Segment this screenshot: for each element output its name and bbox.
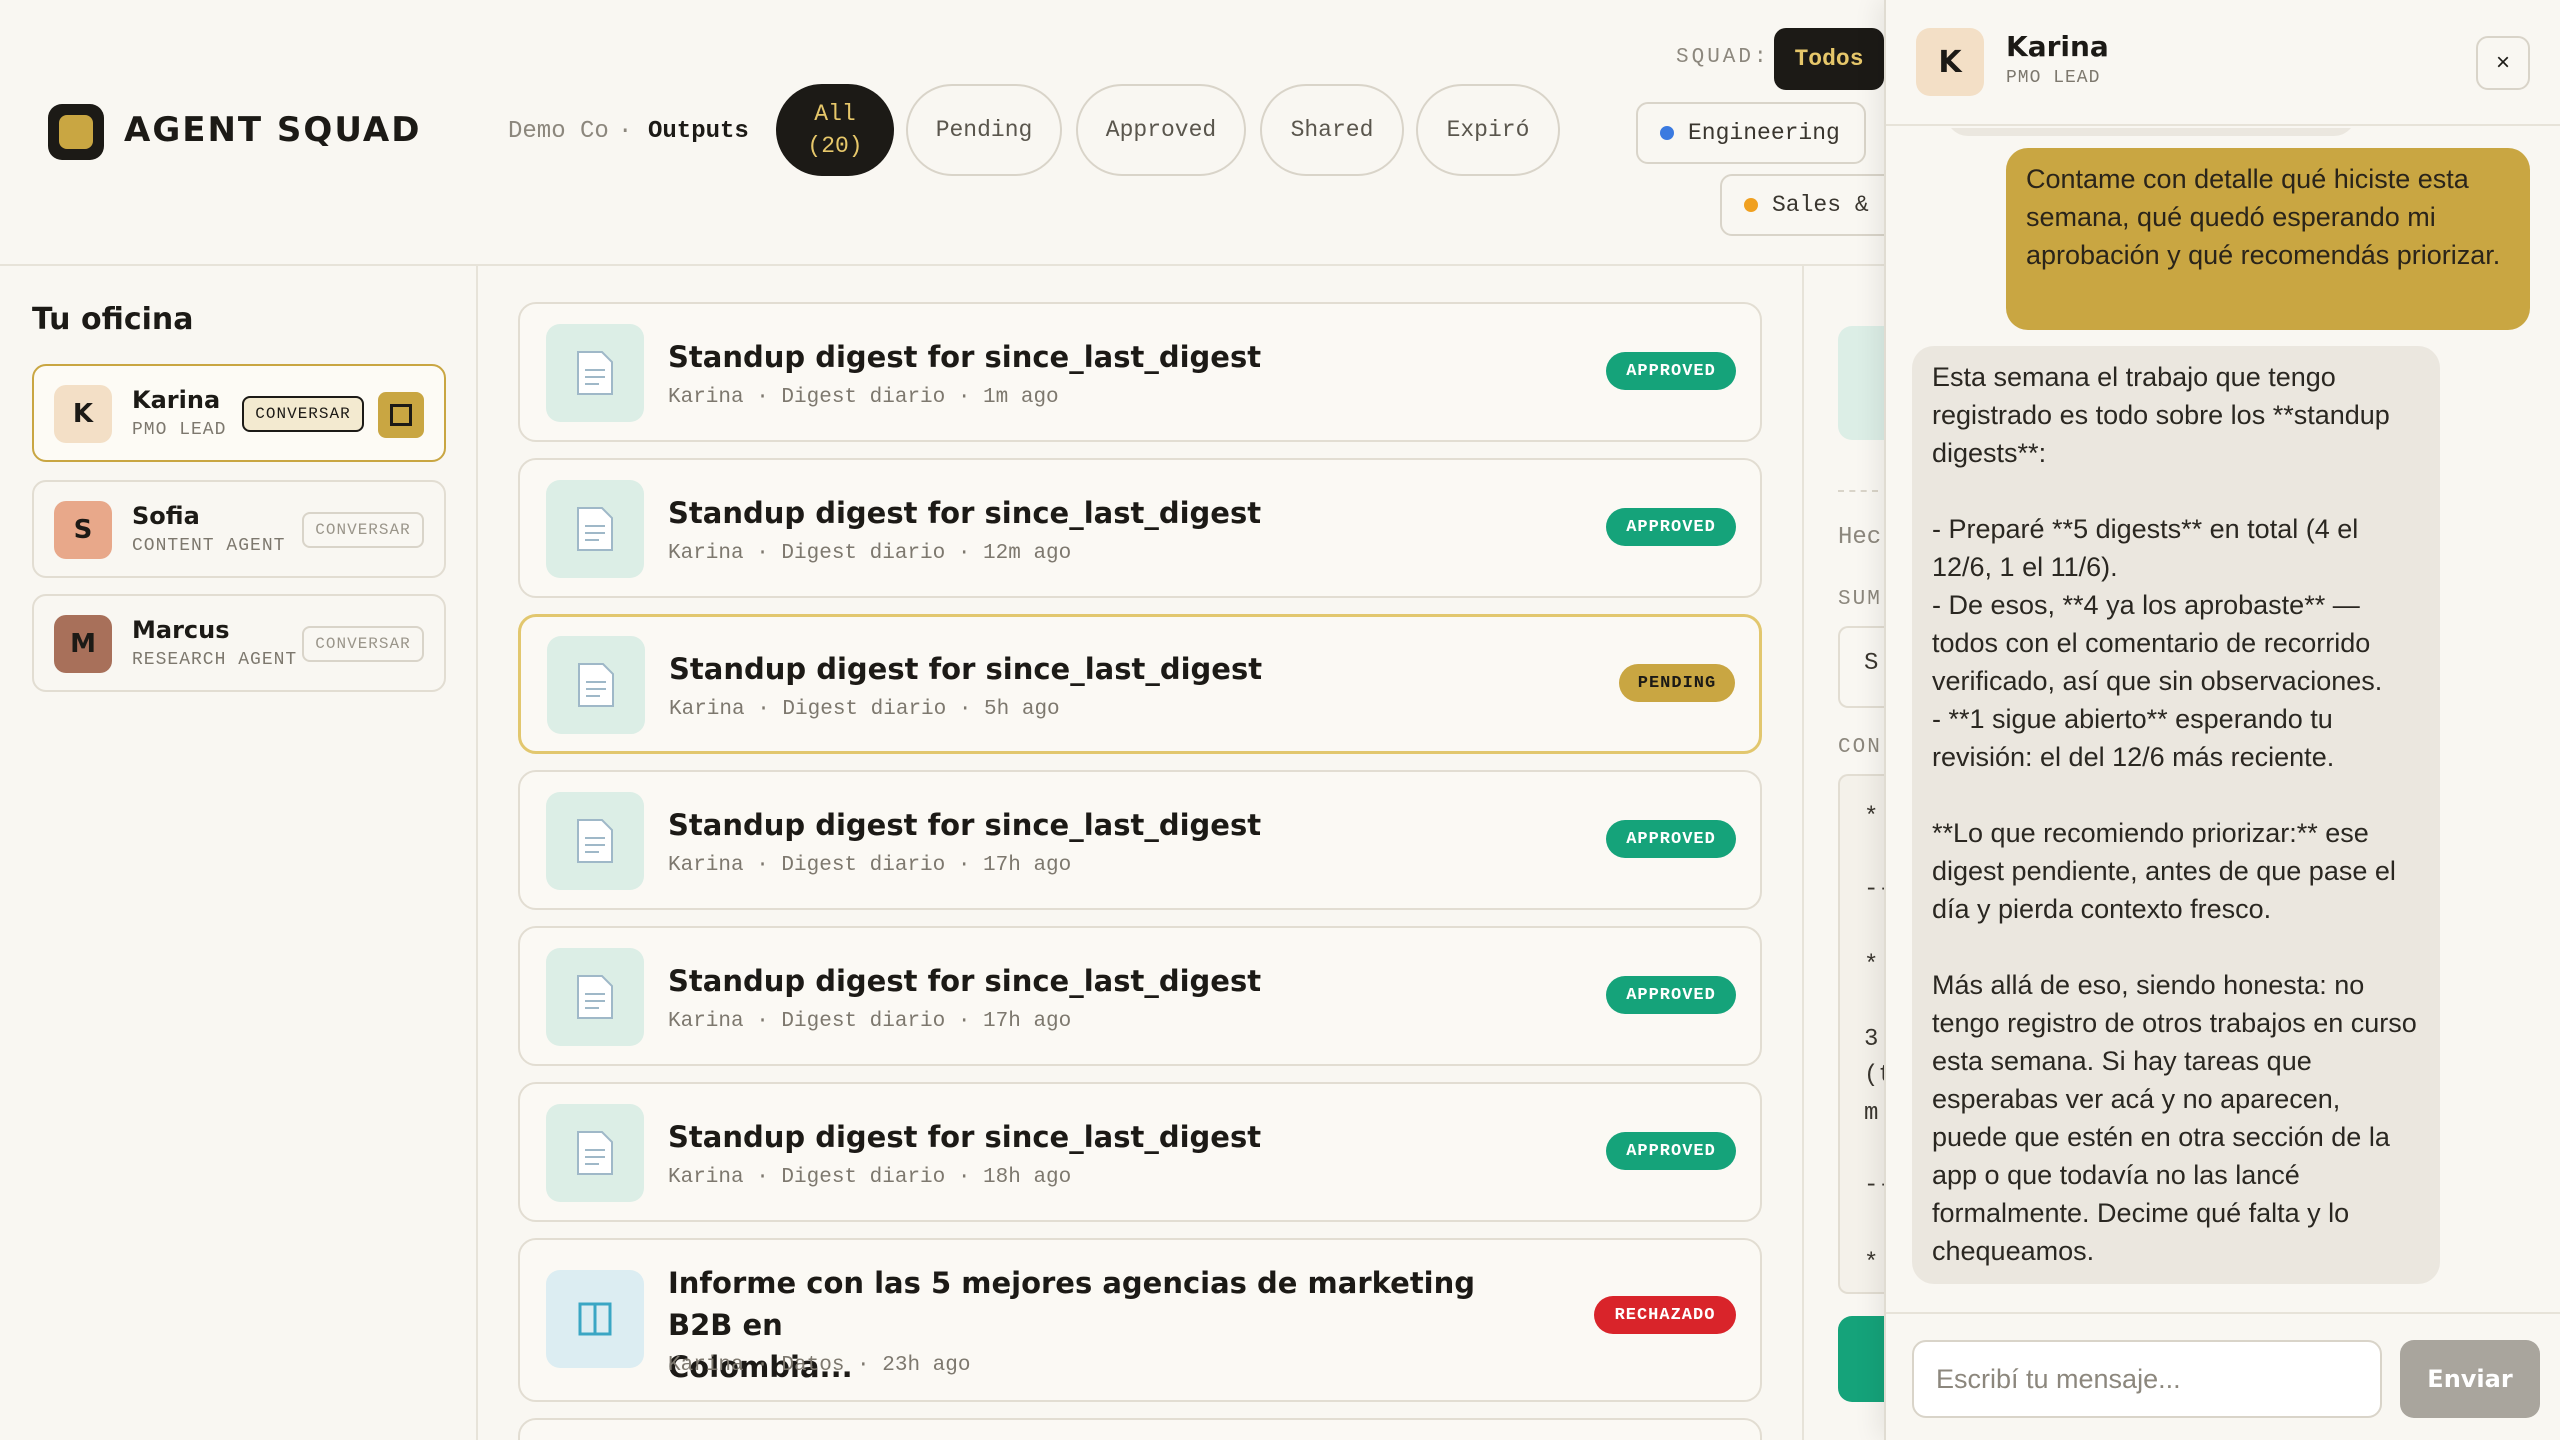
close-icon[interactable]: × bbox=[2476, 36, 2530, 90]
squad-chip-label: Sales & bbox=[1772, 192, 1869, 218]
brand-name: AGENT SQUAD bbox=[124, 110, 422, 150]
chat-messages[interactable]: Contame con detalle qué hiciste esta sem… bbox=[1886, 128, 2560, 1312]
document-icon bbox=[546, 480, 644, 578]
agent-role: RESEARCH AGENT bbox=[132, 650, 298, 670]
squad-label: SQUAD: bbox=[1676, 46, 1770, 69]
breadcrumb-org[interactable]: Demo Co bbox=[508, 118, 609, 145]
detail-content-line: m bbox=[1864, 1100, 1879, 1127]
status-badge: APPROVED bbox=[1606, 976, 1736, 1014]
detail-label-content: CON bbox=[1838, 736, 1882, 759]
output-meta: Karina · Digest diario · 1m ago bbox=[668, 386, 1059, 409]
agent-message: Esta semana el trabajo que tengo registr… bbox=[1912, 346, 2440, 1284]
avatar: S bbox=[54, 501, 112, 559]
detail-content-line: * bbox=[1864, 804, 1879, 831]
output-meta: Karina · Digest diario · 12m ago bbox=[668, 542, 1072, 565]
detail-content-line: * bbox=[1864, 1250, 1879, 1277]
table-icon bbox=[546, 1270, 644, 1368]
previous-message-bubble bbox=[1946, 128, 2356, 136]
detail-content-line: * bbox=[1864, 952, 1879, 979]
breadcrumb-page: Outputs bbox=[648, 118, 749, 145]
agent-role: CONTENT AGENT bbox=[132, 536, 286, 556]
squad-chip-engineering[interactable]: Engineering bbox=[1636, 102, 1866, 164]
chat-agent-name: Karina bbox=[2006, 30, 2109, 63]
squad-color-dot bbox=[1660, 126, 1674, 140]
agent-name: Karina bbox=[132, 386, 221, 414]
document-icon bbox=[546, 948, 644, 1046]
detail-label-hec: Hec bbox=[1838, 524, 1882, 551]
conversar-button[interactable]: CONVERSAR bbox=[242, 396, 364, 432]
user-message: Contame con detalle qué hiciste esta sem… bbox=[2006, 148, 2530, 330]
status-badge: PENDING bbox=[1619, 664, 1735, 702]
filter-all[interactable]: All (20) bbox=[776, 84, 894, 176]
document-icon bbox=[546, 1104, 644, 1202]
selected-indicator-icon bbox=[378, 392, 424, 438]
filter-pending[interactable]: Pending bbox=[906, 84, 1062, 176]
document-icon bbox=[546, 324, 644, 422]
squad-todos-button[interactable]: Todos bbox=[1774, 28, 1884, 90]
squad-chip-sales[interactable]: Sales & bbox=[1720, 174, 1900, 236]
detail-summary-value: S bbox=[1864, 650, 1879, 677]
chat-header: K Karina PMO LEAD × bbox=[1886, 0, 2560, 126]
divider bbox=[1838, 490, 1878, 492]
output-title: Standup digest for since_last_digest bbox=[668, 496, 1262, 530]
document-icon bbox=[546, 792, 644, 890]
avatar: K bbox=[1916, 28, 1984, 96]
conversar-button[interactable]: CONVERSAR bbox=[302, 626, 424, 662]
output-card[interactable] bbox=[518, 1418, 1762, 1440]
conversar-button[interactable]: CONVERSAR bbox=[302, 512, 424, 548]
sidebar-title: Tu oficina bbox=[32, 302, 194, 337]
output-title: Standup digest for since_last_digest bbox=[668, 340, 1262, 374]
chat-composer: Enviar bbox=[1886, 1312, 2560, 1440]
output-meta: Karina · Digest diario · 17h ago bbox=[668, 854, 1072, 877]
message-input[interactable] bbox=[1912, 1340, 2382, 1418]
agent-card-karina[interactable]: K Karina PMO LEAD CONVERSAR bbox=[32, 364, 446, 462]
logo-icon bbox=[48, 104, 104, 160]
agent-card-marcus[interactable]: M Marcus RESEARCH AGENT CONVERSAR bbox=[32, 594, 446, 692]
status-badge: APPROVED bbox=[1606, 1132, 1736, 1170]
agent-name: Marcus bbox=[132, 616, 230, 644]
chat-agent-role: PMO LEAD bbox=[2006, 68, 2101, 88]
filter-expiro[interactable]: Expiró bbox=[1416, 84, 1560, 176]
output-card[interactable]: Standup digest for since_last_digest Kar… bbox=[518, 770, 1762, 910]
output-card[interactable]: Standup digest for since_last_digest Kar… bbox=[518, 1082, 1762, 1222]
output-meta: Karina · Digest diario · 17h ago bbox=[668, 1010, 1072, 1033]
output-card[interactable]: Standup digest for since_last_digest Kar… bbox=[518, 458, 1762, 598]
output-title: Standup digest for since_last_digest bbox=[669, 652, 1263, 686]
detail-label-summary: SUM bbox=[1838, 588, 1882, 611]
send-button[interactable]: Enviar bbox=[2400, 1340, 2540, 1418]
output-title: Standup digest for since_last_digest bbox=[668, 964, 1262, 998]
output-card[interactable]: Informe con las 5 mejores agencias de ma… bbox=[518, 1238, 1762, 1402]
status-badge: RECHAZADO bbox=[1594, 1296, 1736, 1334]
output-meta: Karina · Digest diario · 18h ago bbox=[668, 1166, 1072, 1189]
avatar: M bbox=[54, 615, 112, 673]
status-badge: APPROVED bbox=[1606, 508, 1736, 546]
output-card[interactable]: Standup digest for since_last_digest Kar… bbox=[518, 926, 1762, 1066]
chat-panel: K Karina PMO LEAD × Contame con detalle … bbox=[1884, 0, 2560, 1440]
output-title: Standup digest for since_last_digest bbox=[668, 1120, 1262, 1154]
output-card-selected[interactable]: Standup digest for since_last_digest Kar… bbox=[518, 614, 1762, 754]
output-meta: Karina · Datos · 23h ago bbox=[668, 1354, 971, 1377]
output-card[interactable]: Standup digest for since_last_digest Kar… bbox=[518, 302, 1762, 442]
status-badge: APPROVED bbox=[1606, 820, 1736, 858]
detail-content-line: 3 bbox=[1864, 1026, 1879, 1053]
output-title: Standup digest for since_last_digest bbox=[668, 808, 1262, 842]
avatar: K bbox=[54, 385, 112, 443]
filter-approved[interactable]: Approved bbox=[1076, 84, 1246, 176]
squad-color-dot bbox=[1744, 198, 1758, 212]
filter-shared[interactable]: Shared bbox=[1260, 84, 1404, 176]
agent-name: Sofia bbox=[132, 502, 200, 530]
squad-chip-label: Engineering bbox=[1688, 120, 1840, 146]
agent-card-sofia[interactable]: S Sofia CONTENT AGENT CONVERSAR bbox=[32, 480, 446, 578]
output-meta: Karina · Digest diario · 5h ago bbox=[669, 698, 1060, 721]
breadcrumb-separator: · bbox=[618, 118, 633, 145]
document-icon bbox=[547, 636, 645, 734]
agent-role: PMO LEAD bbox=[132, 420, 227, 440]
status-badge: APPROVED bbox=[1606, 352, 1736, 390]
